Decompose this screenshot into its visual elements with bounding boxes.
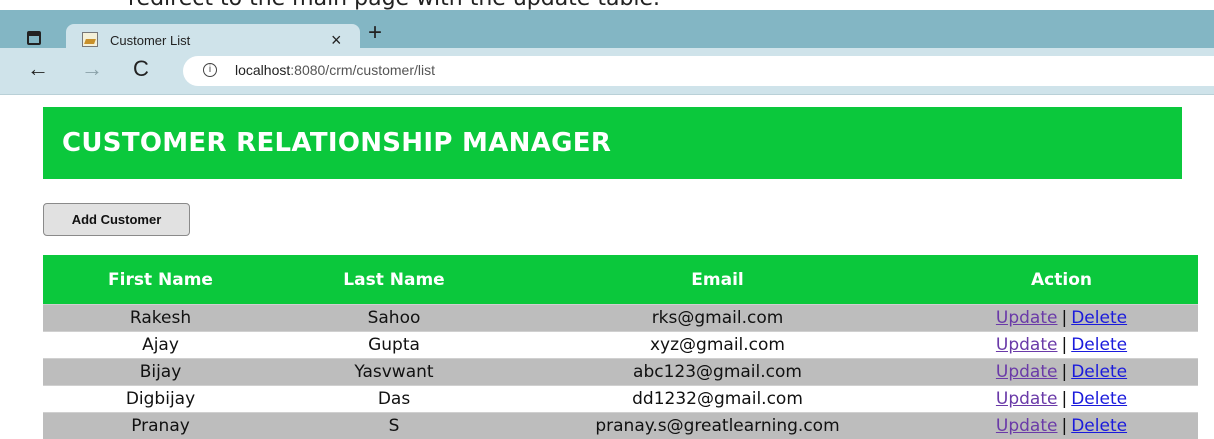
browser-toolbar: ← → C i localhost:8080/crm/customer/list	[0, 48, 1214, 95]
cell-last-name: Yasvwant	[354, 362, 434, 382]
cell-actions: Update | Delete	[925, 386, 1198, 412]
action-separator: |	[1061, 308, 1068, 328]
cell-first-name: Pranay	[131, 416, 190, 436]
cell-actions: Update | Delete	[925, 332, 1198, 358]
back-icon[interactable]: ←	[27, 58, 49, 80]
header-action: Action	[1031, 270, 1092, 290]
cell-email: pranay.s@greatlearning.com	[595, 416, 840, 436]
header-first-name: First Name	[108, 270, 213, 290]
table-row: Pranay S pranay.s@greatlearning.com Upda…	[43, 412, 1198, 439]
page-title: CUSTOMER RELATIONSHIP MANAGER	[62, 128, 612, 158]
header-last-name: Last Name	[343, 270, 445, 290]
delete-link[interactable]: Delete	[1071, 335, 1127, 355]
window-menu-icon[interactable]	[27, 31, 41, 45]
delete-link[interactable]: Delete	[1071, 308, 1127, 328]
document-caption-text: redirect to the main page with the updat…	[128, 0, 660, 10]
url-text[interactable]: localhost:8080/crm/customer/list	[235, 62, 435, 78]
cell-actions: Update | Delete	[925, 413, 1198, 439]
action-separator: |	[1061, 362, 1068, 382]
info-icon[interactable]: i	[203, 63, 217, 77]
update-link[interactable]: Update	[996, 308, 1058, 328]
delete-link[interactable]: Delete	[1071, 416, 1127, 436]
delete-link[interactable]: Delete	[1071, 389, 1127, 409]
forward-icon[interactable]: →	[81, 58, 103, 80]
browser-tab-bar: Customer List × +	[0, 10, 1214, 58]
update-link[interactable]: Update	[996, 389, 1058, 409]
favicon-icon	[82, 32, 98, 47]
cell-email: rks@gmail.com	[651, 308, 784, 328]
url-host: localhost	[235, 62, 291, 78]
table-row: Bijay Yasvwant abc123@gmail.com Update | D…	[43, 358, 1198, 385]
cell-actions: Update | Delete	[925, 305, 1198, 331]
cell-first-name: Ajay	[142, 335, 179, 355]
update-link[interactable]: Update	[996, 416, 1058, 436]
url-path: :8080/crm/customer/list	[290, 62, 435, 78]
cell-actions: Update | Delete	[925, 359, 1198, 385]
cell-first-name: Bijay	[139, 362, 182, 382]
reload-icon[interactable]: C	[133, 58, 149, 80]
header-email: Email	[691, 270, 744, 290]
action-separator: |	[1061, 416, 1068, 436]
update-link[interactable]: Update	[996, 335, 1058, 355]
cell-last-name: S	[388, 416, 400, 436]
cell-email: abc123@gmail.com	[633, 362, 802, 382]
page-header: CUSTOMER RELATIONSHIP MANAGER	[43, 107, 1182, 179]
table-row: Ajay Gupta xyz@gmail.com Update | Delete	[43, 331, 1198, 358]
delete-link[interactable]: Delete	[1071, 362, 1127, 382]
cell-last-name: Das	[377, 389, 411, 409]
table-row: Rakesh Sahoo rks@gmail.com Update | Delete	[43, 304, 1198, 331]
tab-title: Customer List	[110, 33, 191, 48]
add-customer-button[interactable]: Add Customer	[43, 203, 190, 236]
table-header: First Name Last Name Email Action	[43, 255, 1198, 304]
update-link[interactable]: Update	[996, 362, 1058, 382]
address-bar[interactable]: i localhost:8080/crm/customer/list	[183, 56, 1214, 86]
new-tab-icon[interactable]: +	[368, 21, 382, 45]
cell-last-name: Gupta	[368, 335, 420, 355]
action-separator: |	[1061, 389, 1068, 409]
cell-first-name: Rakesh	[129, 308, 192, 328]
cell-email: dd1232@gmail.com	[632, 389, 803, 409]
cell-first-name: Digbijay	[125, 389, 196, 409]
cell-last-name: Sahoo	[367, 308, 421, 328]
action-separator: |	[1061, 335, 1068, 355]
table-row: Digbijay Das dd1232@gmail.com Update | Del…	[43, 385, 1198, 412]
customer-table: First Name Last Name Email Action Rakesh…	[43, 255, 1198, 439]
document-caption: redirect to the main page with the updat…	[0, 0, 1214, 10]
cell-email: xyz@gmail.com	[650, 335, 785, 355]
